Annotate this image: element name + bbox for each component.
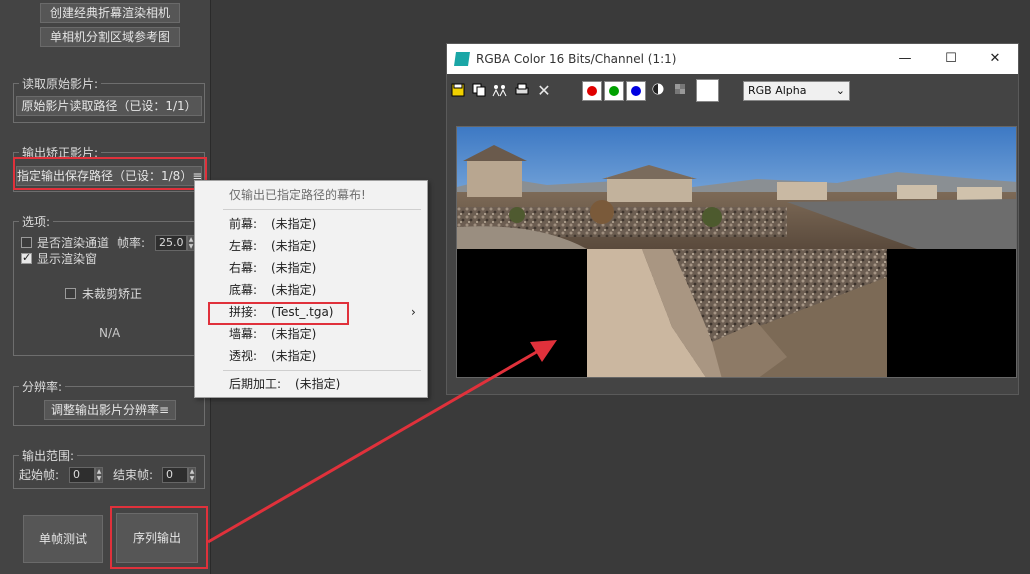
annotation-arrow [207, 340, 557, 544]
